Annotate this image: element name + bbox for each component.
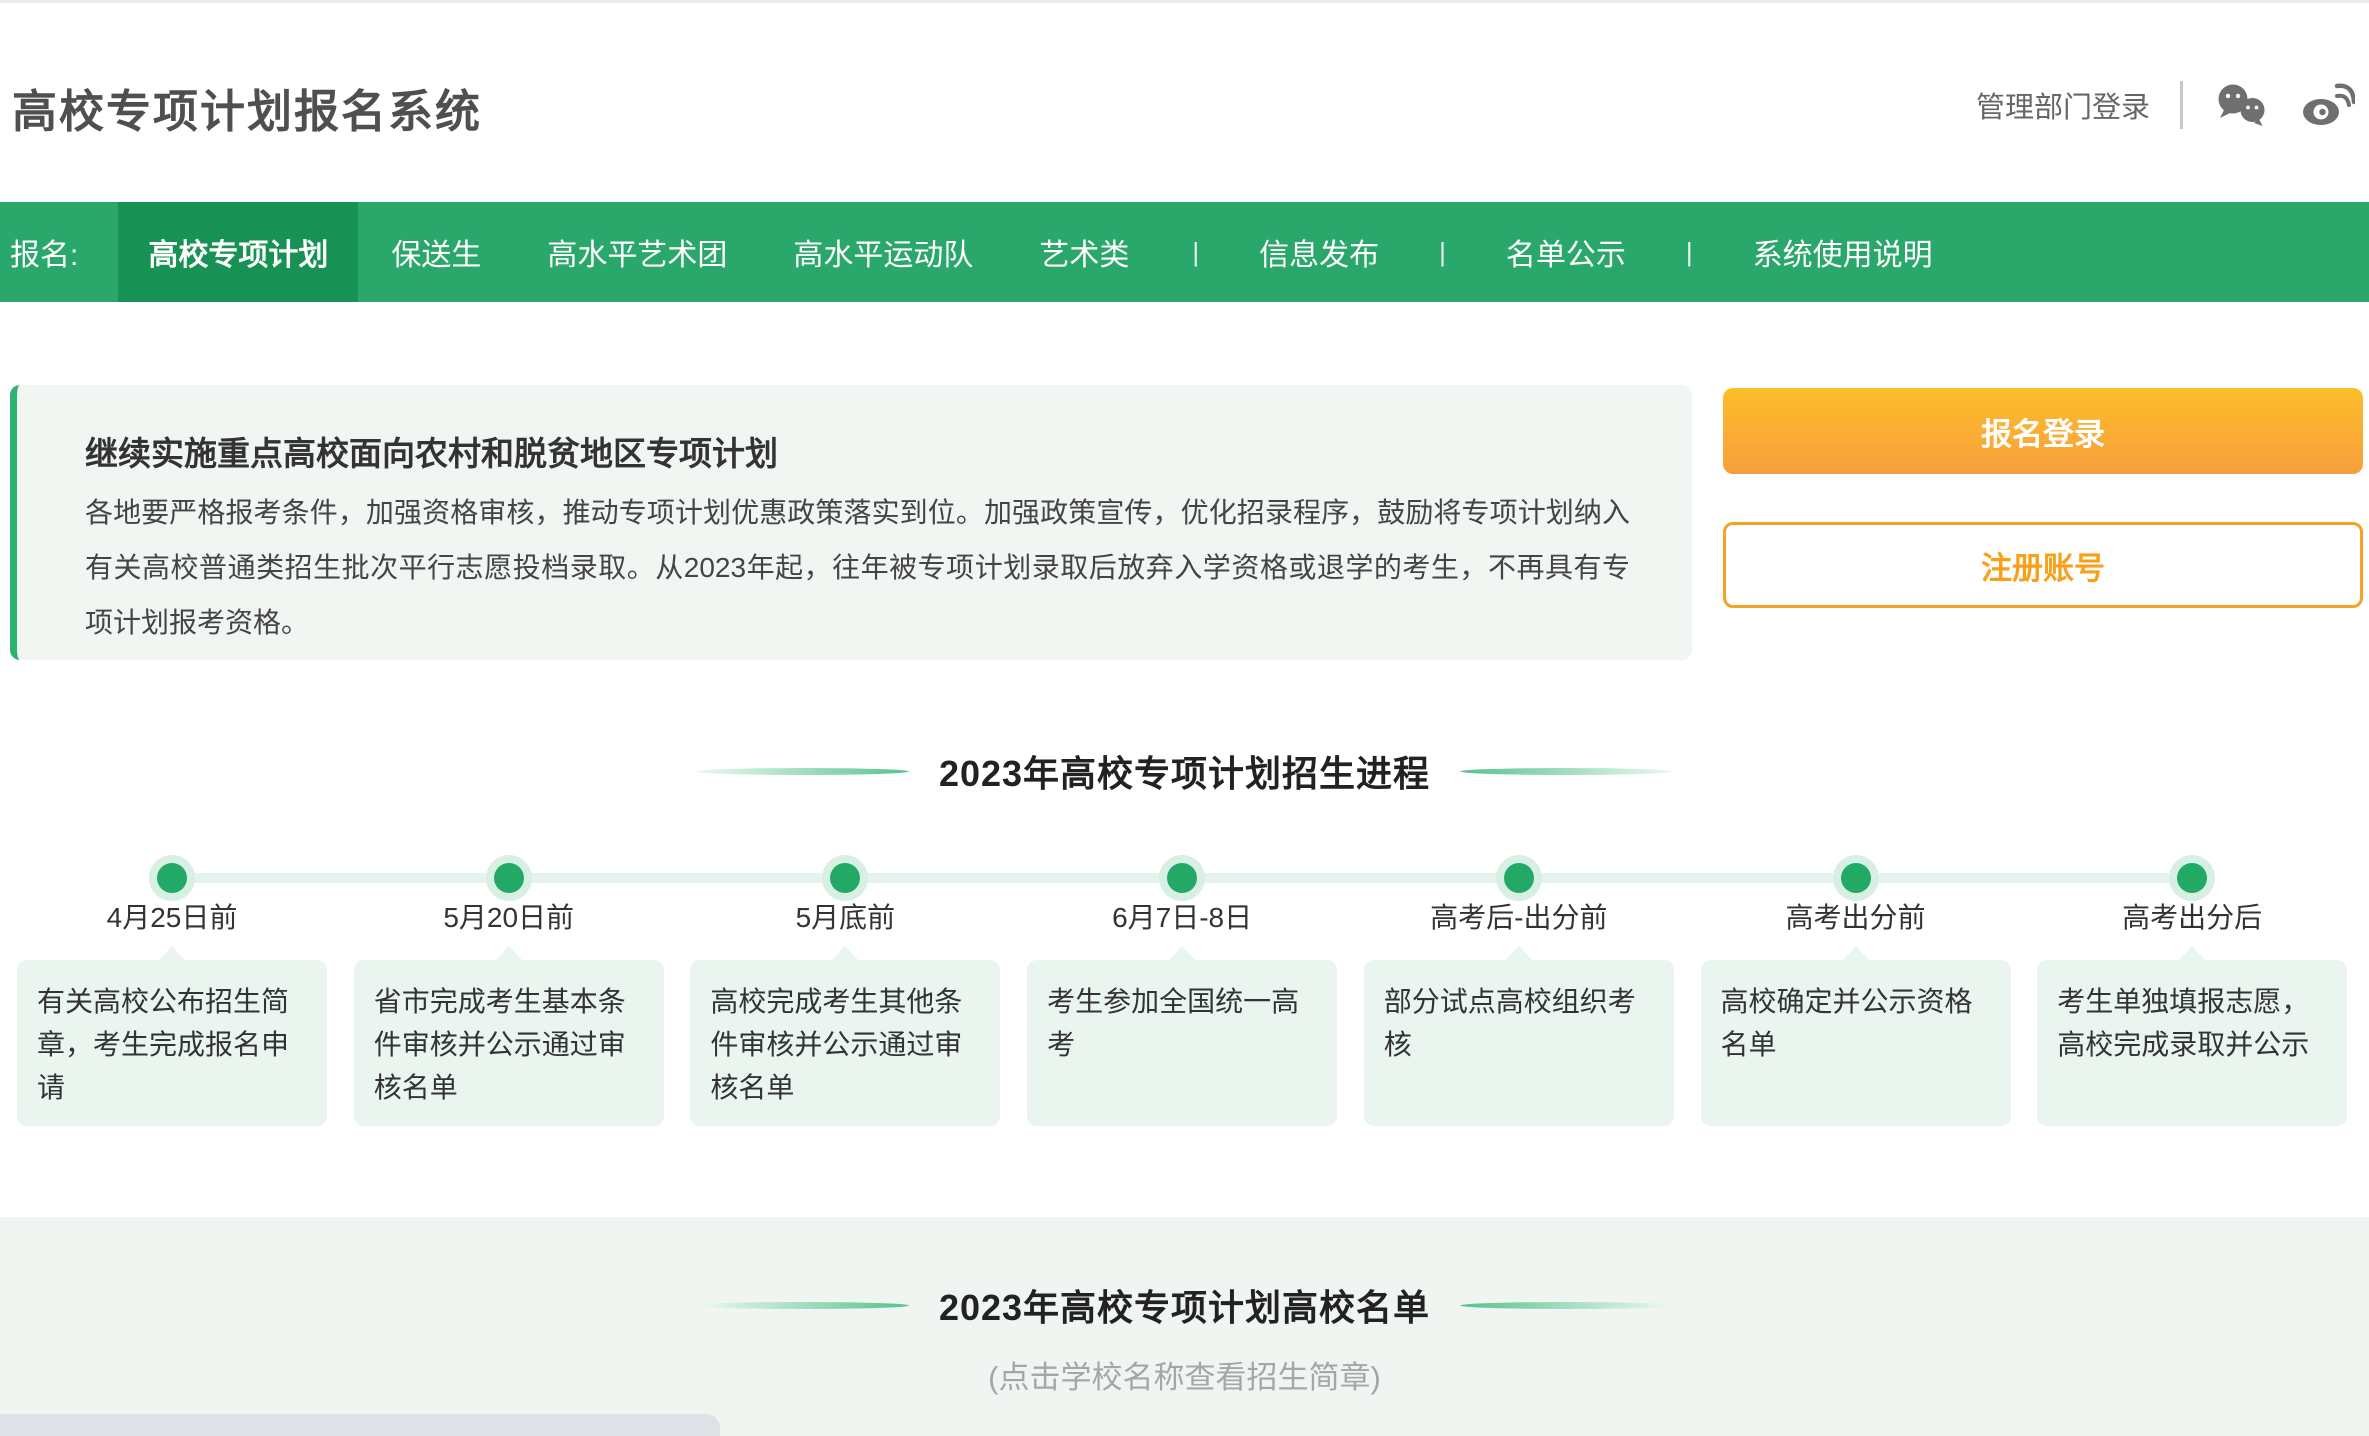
timeline-date: 高考后-出分前 bbox=[1389, 896, 1649, 936]
school-list-section-head: 2023年高校专项计划高校名单 bbox=[0, 1279, 2369, 1331]
nav-tab-1[interactable]: 保送生 bbox=[358, 202, 514, 302]
school-list-partial-element[interactable] bbox=[0, 1414, 720, 1436]
wechat-icon[interactable] bbox=[2213, 82, 2269, 128]
nav-link-0[interactable]: 信息发布 bbox=[1229, 230, 1409, 274]
timeline-card: 考生单独填报志愿，高校完成录取并公示 bbox=[2037, 960, 2347, 1126]
main-nav: 报名: 高校专项计划保送生高水平艺术团高水平运动队艺术类 |信息发布|名单公示|… bbox=[0, 202, 2369, 302]
timeline-card: 省市完成考生基本条件审核并公示通过审核名单 bbox=[354, 960, 664, 1126]
timeline-card: 部分试点高校组织考核 bbox=[1364, 960, 1674, 1126]
timeline-axis bbox=[172, 873, 2192, 883]
nav-links: |信息发布|名单公示|系统使用说明 bbox=[1162, 202, 1962, 302]
timeline-date: 高考出分后 bbox=[2062, 896, 2322, 936]
timeline-card: 高校确定并公示资格名单 bbox=[1701, 960, 2011, 1126]
timeline-dot bbox=[830, 863, 860, 893]
decorative-line-right bbox=[1460, 1302, 1672, 1309]
nav-tab-0[interactable]: 高校专项计划 bbox=[118, 202, 358, 302]
timeline-section-title: 2023年高校专项计划招生进程 bbox=[939, 745, 1430, 797]
register-button[interactable]: 注册账号 bbox=[1723, 522, 2363, 608]
timeline-dot bbox=[1841, 863, 1871, 893]
announcement-box: 继续实施重点高校面向农村和脱贫地区专项计划 各地要严格报考条件，加强资格审核，推… bbox=[10, 385, 1692, 660]
header-divider bbox=[2180, 81, 2183, 129]
school-list-title: 2023年高校专项计划高校名单 bbox=[939, 1279, 1430, 1331]
nav-tab-2[interactable]: 高水平艺术团 bbox=[514, 202, 760, 302]
page: 高校专项计划报名系统 管理部门登录 bbox=[0, 0, 2369, 1436]
weibo-icon[interactable] bbox=[2299, 82, 2355, 128]
admin-login-link[interactable]: 管理部门登录 bbox=[1976, 84, 2150, 126]
decorative-line-right bbox=[1460, 768, 1672, 775]
nav-tab-4[interactable]: 艺术类 bbox=[1006, 202, 1162, 302]
nav-separator: | bbox=[1409, 237, 1476, 268]
login-button[interactable]: 报名登录 bbox=[1723, 388, 2363, 474]
timeline-date: 6月7日-8日 bbox=[1052, 896, 1312, 936]
timeline-dot bbox=[157, 863, 187, 893]
timeline-date: 5月底前 bbox=[715, 896, 975, 936]
timeline-card: 有关高校公布招生简章，考生完成报名申请 bbox=[17, 960, 327, 1126]
header-right: 管理部门登录 bbox=[1976, 75, 2355, 135]
nav-separator: | bbox=[1656, 237, 1723, 268]
timeline-date: 5月20日前 bbox=[379, 896, 639, 936]
timeline-dot bbox=[1167, 863, 1197, 893]
header: 高校专项计划报名系统 管理部门登录 bbox=[0, 0, 2369, 202]
timeline-card: 高校完成考生其他条件审核并公示通过审核名单 bbox=[690, 960, 1000, 1126]
timeline-date: 4月25日前 bbox=[42, 896, 302, 936]
nav-label: 报名: bbox=[10, 230, 78, 274]
school-list-subtitle: (点击学校名称查看招生简章) bbox=[0, 1352, 2369, 1397]
timeline-dot bbox=[494, 863, 524, 893]
nav-link-1[interactable]: 名单公示 bbox=[1476, 230, 1656, 274]
timeline-card: 考生参加全国统一高考 bbox=[1027, 960, 1337, 1126]
decorative-line-left bbox=[697, 768, 909, 775]
announcement-body: 各地要严格报考条件，加强资格审核，推动专项计划优惠政策落实到位。加强政策宣传，优… bbox=[85, 485, 1630, 650]
nav-tabs: 高校专项计划保送生高水平艺术团高水平运动队艺术类 bbox=[118, 202, 1162, 302]
timeline-date: 高考出分前 bbox=[1726, 896, 1986, 936]
nav-link-2[interactable]: 系统使用说明 bbox=[1723, 230, 1963, 274]
nav-separator: | bbox=[1162, 237, 1229, 268]
timeline-dot bbox=[2177, 863, 2207, 893]
nav-tab-3[interactable]: 高水平运动队 bbox=[760, 202, 1006, 302]
site-title: 高校专项计划报名系统 bbox=[12, 75, 482, 140]
timeline-dot bbox=[1504, 863, 1534, 893]
decorative-line-left bbox=[697, 1302, 909, 1309]
announcement-title[interactable]: 继续实施重点高校面向农村和脱贫地区专项计划 bbox=[85, 427, 778, 475]
timeline-section-head: 2023年高校专项计划招生进程 bbox=[0, 745, 2369, 797]
